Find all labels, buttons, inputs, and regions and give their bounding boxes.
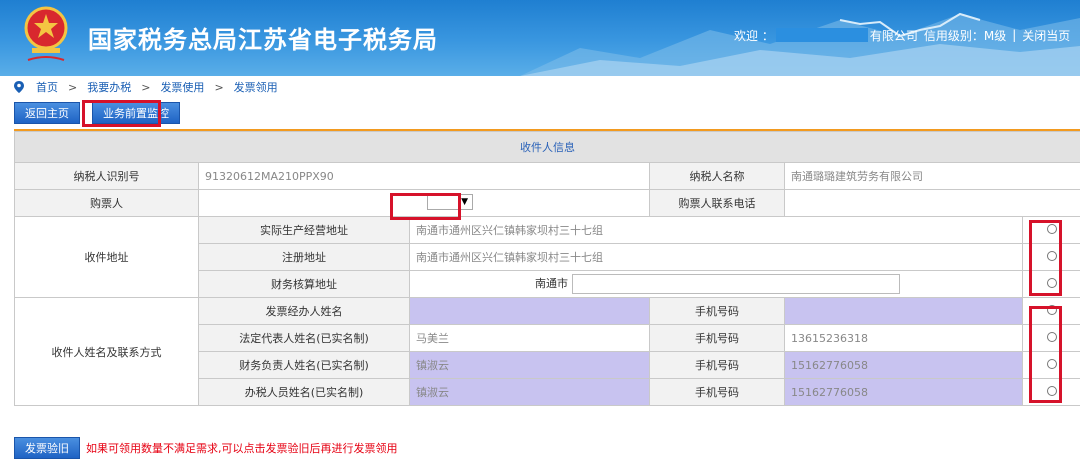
breadcrumb-invoice-use[interactable]: 发票使用: [160, 79, 204, 95]
buyer-phone-label: 购票人联系电话: [650, 190, 785, 217]
legal-rep-name: 马美兰: [410, 325, 650, 352]
handler-label: 发票经办人姓名: [199, 298, 410, 325]
breadcrumb-invoice-apply[interactable]: 发票领用: [234, 79, 278, 95]
back-home-button[interactable]: 返回主页: [14, 102, 80, 124]
location-pin-icon: [14, 81, 24, 93]
actual-address-label: 实际生产经营地址: [199, 217, 410, 244]
finance-head-phone-label: 手机号码: [650, 352, 785, 379]
highlight-box: [1029, 306, 1062, 403]
credit-level: 信用级别：M级: [924, 27, 1006, 44]
breadcrumb-arrow: >: [214, 81, 223, 94]
highlight-box: [82, 100, 161, 127]
breadcrumb-tax[interactable]: 我要办税: [87, 79, 131, 95]
finance-address-cell: 南通市: [410, 271, 1023, 298]
invoice-check-button[interactable]: 发票验旧: [14, 437, 80, 459]
welcome-text: 欢迎 ：: [734, 27, 774, 44]
taxpayer-id-label: 纳税人识别号: [15, 163, 199, 190]
section-title: 收件人信息: [15, 132, 1080, 163]
finance-address-input[interactable]: [572, 274, 900, 294]
recipient-form: 收件人信息 纳税人识别号 91320612MA210PPX90 纳税人名称 南通…: [14, 131, 1080, 406]
finance-head-phone[interactable]: 15162776058: [785, 352, 1023, 379]
taxpayer-name-value: 南通璐璐建筑劳务有限公司: [785, 163, 1080, 190]
separator: |: [1012, 28, 1016, 42]
actual-address-value: 南通市通州区兴仁镇韩家坝村三十七组: [410, 217, 1023, 244]
masked-username: [776, 28, 868, 42]
reg-address-label: 注册地址: [199, 244, 410, 271]
tax-officer-phone-label: 手机号码: [650, 379, 785, 406]
company-suffix: 有限公司: [870, 27, 918, 44]
handler-phone-label: 手机号码: [650, 298, 785, 325]
finance-head-name[interactable]: 镇淑云: [410, 352, 650, 379]
site-header: 国家税务总局江苏省电子税务局 欢迎 ： 有限公司 信用级别：M级 | 关闭当页: [0, 0, 1080, 76]
breadcrumb-home[interactable]: 首页: [36, 79, 58, 95]
breadcrumb-arrow: >: [141, 81, 150, 94]
highlight-box: [1029, 220, 1062, 296]
taxpayer-id-value: 91320612MA210PPX90: [199, 163, 650, 190]
legal-rep-phone: 13615236318: [785, 325, 1023, 352]
reg-address-value: 南通市通州区兴仁镇韩家坝村三十七组: [410, 244, 1023, 271]
close-page-link[interactable]: 关闭当页: [1022, 27, 1070, 44]
tax-emblem-icon: [22, 4, 70, 66]
legal-rep-label: 法定代表人姓名(已实名制): [199, 325, 410, 352]
legal-rep-phone-label: 手机号码: [650, 325, 785, 352]
breadcrumb-arrow: >: [68, 81, 77, 94]
buyer-phone-value: [785, 190, 1080, 217]
contact-group-label: 收件人姓名及联系方式: [15, 298, 199, 406]
hint-text: 如果可领用数量不满足需求,可以点击发票验旧后再进行发票领用: [86, 440, 398, 456]
finance-address-label: 财务核算地址: [199, 271, 410, 298]
user-bar: 欢迎 ： 有限公司 信用级别：M级 | 关闭当页: [734, 26, 1070, 44]
finance-address-city: 南通市: [535, 277, 568, 290]
handler-phone-input[interactable]: [785, 298, 1023, 325]
site-title: 国家税务总局江苏省电子税务局: [88, 20, 438, 55]
tax-officer-phone[interactable]: 15162776058: [785, 379, 1023, 406]
handler-name-input[interactable]: [410, 298, 650, 325]
tax-officer-name[interactable]: 镇淑云: [410, 379, 650, 406]
highlight-box: [390, 193, 461, 220]
chevron-down-icon: ▼: [461, 197, 468, 207]
buyer-label: 购票人: [15, 190, 199, 217]
breadcrumb: 首页 > 我要办税 > 发票使用 > 发票领用: [14, 79, 278, 95]
tax-officer-label: 办税人员姓名(已实名制): [199, 379, 410, 406]
taxpayer-name-label: 纳税人名称: [650, 163, 785, 190]
address-group-label: 收件地址: [15, 217, 199, 298]
finance-head-label: 财务负责人姓名(已实名制): [199, 352, 410, 379]
bottom-bar: 发票验旧 如果可领用数量不满足需求,可以点击发票验旧后再进行发票领用: [14, 437, 398, 459]
